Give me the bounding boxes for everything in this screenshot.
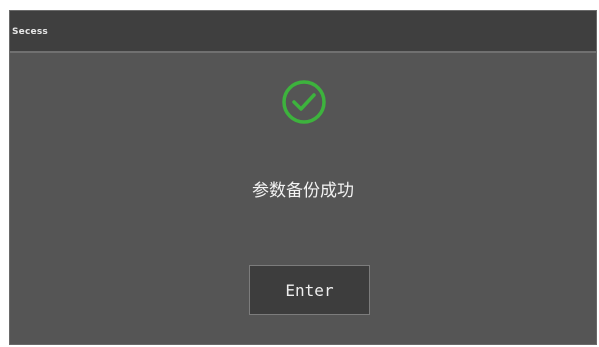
enter-button[interactable]: Enter xyxy=(249,265,370,315)
title-bar: Secess xyxy=(10,11,596,53)
check-circle-icon xyxy=(280,78,328,126)
status-message: 参数备份成功 xyxy=(252,181,354,201)
success-dialog: Secess 参数备份成功 Enter xyxy=(9,10,597,345)
dialog-title: Secess xyxy=(12,27,48,37)
